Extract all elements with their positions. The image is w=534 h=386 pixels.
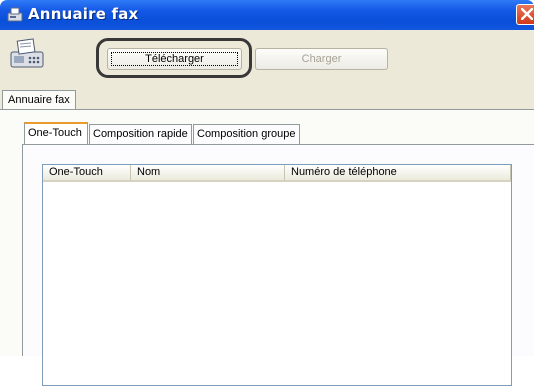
close-button[interactable] xyxy=(516,4,534,25)
window-body: Télécharger Charger Annuaire fax One-Tou… xyxy=(0,30,534,386)
column-numero[interactable]: Numéro de téléphone xyxy=(285,165,511,180)
close-icon xyxy=(521,8,533,20)
column-nom[interactable]: Nom xyxy=(131,165,285,180)
tab-one-touch[interactable]: One-Touch xyxy=(24,122,88,144)
tab-composition-groupe[interactable]: Composition groupe xyxy=(193,124,300,144)
window-title: Annuaire fax xyxy=(28,5,139,23)
list-header: One-Touch Nom Numéro de téléphone xyxy=(43,165,511,182)
load-button-label: Charger xyxy=(301,53,342,65)
fax-small-icon xyxy=(6,7,24,23)
load-button[interactable]: Charger xyxy=(255,48,388,70)
tab-composition-rapide[interactable]: Composition rapide xyxy=(89,124,192,144)
tab-annuaire-fax[interactable]: Annuaire fax xyxy=(2,90,76,109)
fax-list[interactable]: One-Touch Nom Numéro de téléphone xyxy=(42,164,512,386)
download-button[interactable]: Télécharger xyxy=(107,48,242,70)
download-button-label: Télécharger xyxy=(145,53,204,65)
fax-machine-icon xyxy=(8,38,46,70)
column-one-touch[interactable]: One-Touch xyxy=(43,165,131,180)
title-bar: Annuaire fax xyxy=(0,0,534,30)
